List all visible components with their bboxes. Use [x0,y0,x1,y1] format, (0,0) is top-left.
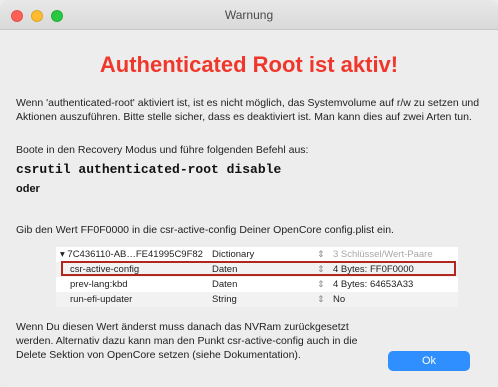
row-value: 3 Schlüssel/Wert-Paare [333,249,433,260]
stepper-icon: ⇕ [317,294,325,304]
description-paragraph: Wenn 'authenticated-root' aktiviert ist,… [16,97,480,123]
table-row: prev-lang:kbd Daten ⇕ 4 Bytes: 64653A33 [56,277,458,292]
row-value: No [333,294,346,305]
csr-row-highlight [61,261,456,276]
recovery-instruction: Boote in den Recovery Modus und führe fo… [16,144,309,156]
row-key: prev-lang:kbd [70,279,128,290]
window-title: Warnung [224,8,274,22]
row-type: String [212,294,237,305]
row-type: Dictionary [212,249,255,260]
alert-window: Warnung Authenticated Root ist aktiv! We… [0,0,498,387]
terminal-command: csrutil authenticated-root disable [16,162,282,177]
row-key: ▾ 7C436110-AB…FE41995C9F82 [60,249,203,260]
table-row: run-efi-updater String ⇕ No [56,292,458,307]
stepper-icon: ⇕ [317,249,325,259]
row-key: run-efi-updater [70,294,133,305]
stepper-icon: ⇕ [317,279,325,289]
ok-button[interactable]: Ok [388,351,470,371]
plist-table: ▾ 7C436110-AB…FE41995C9F82 Dictionary ⇕ … [56,247,458,307]
table-row: ▾ 7C436110-AB…FE41995C9F82 Dictionary ⇕ … [56,247,458,262]
or-label: oder [16,183,40,195]
headline: Authenticated Root ist aktiv! [99,52,399,77]
nvram-note: Wenn Du diesen Wert änderst muss danach … [16,321,358,361]
title-bar: Warnung [0,0,498,30]
row-value: 4 Bytes: 64653A33 [333,279,414,290]
row-type: Daten [212,279,238,290]
config-instruction: Gib den Wert FF0F0000 in die csr-active-… [16,224,394,236]
